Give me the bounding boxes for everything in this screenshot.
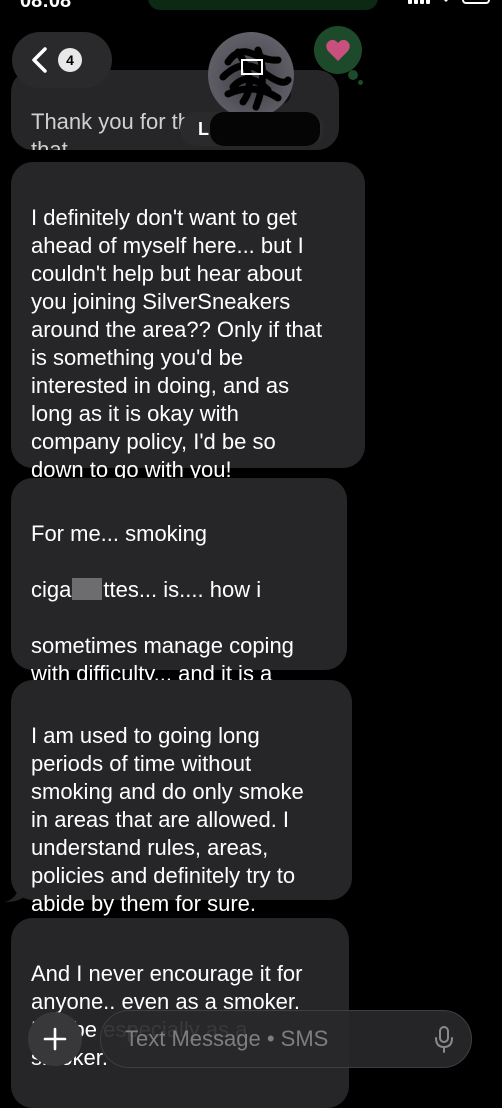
- tapback-dot: [358, 80, 363, 85]
- tapback-dot: [348, 70, 358, 80]
- contact-name: L: [198, 118, 209, 139]
- message-text-line2-start: ciga: [31, 577, 72, 602]
- plus-icon: [43, 1027, 67, 1051]
- contact-avatar[interactable]: [208, 32, 294, 118]
- unread-count-badge: 4: [58, 48, 82, 72]
- avatar-scribble: [219, 46, 292, 111]
- bubble-tail: [5, 882, 27, 902]
- message-input[interactable]: [100, 1010, 472, 1068]
- message-thread: Thank you for the ... on that.... I defi…: [0, 0, 502, 1108]
- back-button[interactable]: 4: [12, 32, 112, 88]
- contact-name-button[interactable]: L: [180, 112, 324, 146]
- message-bubble[interactable]: For me... smoking ciga ttes... is.... how…: [11, 478, 347, 742]
- heart-icon: [326, 39, 350, 61]
- censor-block: [72, 578, 103, 600]
- message-text: I definitely don't want to get ahead of …: [31, 205, 323, 482]
- message-text-line1: For me... smoking: [31, 521, 208, 546]
- name-redaction: [210, 112, 320, 146]
- message-text: I am used to going long periods of time …: [31, 723, 304, 916]
- compose-bar: [0, 1000, 502, 1090]
- add-attachment-button[interactable]: [28, 1012, 82, 1066]
- microphone-icon[interactable]: [434, 1026, 454, 1054]
- message-text-line2-end: ttes... is.... how i: [103, 577, 262, 602]
- message-bubble[interactable]: I am used to going long periods of time …: [5, 680, 352, 916]
- message-bubble[interactable]: I definitely don't want to get ahead of …: [11, 162, 365, 482]
- conversation-header: 4 L: [0, 26, 502, 160]
- chevron-left-icon: [32, 47, 47, 73]
- heart-tapback[interactable]: [314, 26, 362, 74]
